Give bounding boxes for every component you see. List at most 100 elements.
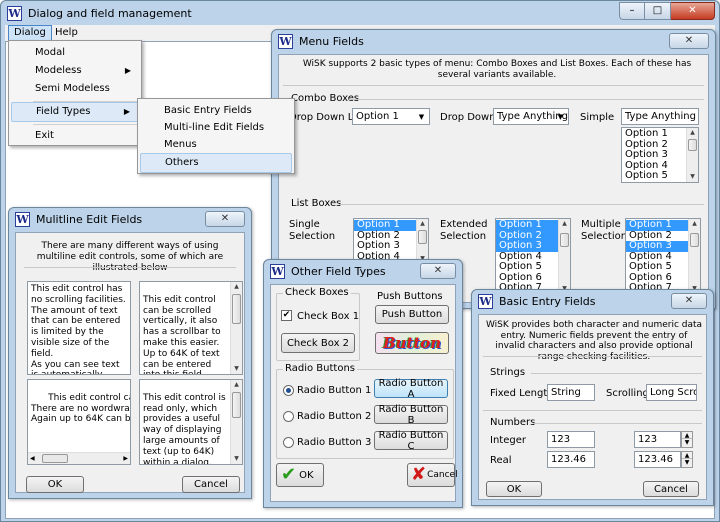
radio-button-a[interactable]: Radio Button A <box>374 378 448 400</box>
push-button[interactable]: Push Button <box>375 305 449 324</box>
spin-up-icon[interactable]: ▲ <box>682 432 692 439</box>
multiline-close-button[interactable]: ✕ <box>205 211 245 227</box>
integer-spinner[interactable]: ▲ ▼ <box>681 431 693 448</box>
vertical-scrollbar[interactable]: ▲▼ <box>230 380 242 464</box>
basic-close-button[interactable]: ✕ <box>671 293 707 309</box>
extended-selection-label: Extended Selection <box>440 219 488 242</box>
menu-fields-titlebar: W Menu Fields <box>272 30 715 52</box>
multiline-box-vscroll[interactable]: This edit control can be scrolled vertic… <box>139 281 243 375</box>
maximize-button[interactable]: □ <box>645 2 671 20</box>
menubar-item-dialog[interactable]: Dialog <box>8 25 52 41</box>
menu-item-field-types[interactable]: Field Types ▶ <box>11 102 139 122</box>
basic-client: WiSK provides both character and numeric… <box>478 314 707 500</box>
menu-item-modeless[interactable]: Modeless ▶ <box>11 61 139 81</box>
menu-item-exit[interactable]: Exit <box>11 126 139 146</box>
drop-down-combo[interactable]: Type Anything ▼ <box>493 108 569 125</box>
scroll-thumb[interactable] <box>690 233 699 247</box>
menubar-item-help[interactable]: Help <box>51 25 82 41</box>
menu-fields-close-button[interactable]: ✕ <box>669 33 709 49</box>
single-selection-list[interactable]: Option 1 Option 2 Option 3 Option 4 ▲▼ <box>353 218 429 265</box>
simple-combo-value: Type Anything <box>625 111 696 122</box>
multiline-box-no-wrap[interactable]: This edit control can be There are no wo… <box>27 379 131 465</box>
radio-button-c[interactable]: Radio Button C <box>374 430 448 452</box>
drop-down-list-combo[interactable]: Option 1 ▼ <box>352 108 430 125</box>
multiple-selection-list[interactable]: Option 1 Option 2 Option 3 Option 4 Opti… <box>625 218 701 295</box>
spin-down-icon[interactable]: ▼ <box>682 439 692 447</box>
multiline-ok-button[interactable]: OK <box>26 476 84 493</box>
scroll-up-icon[interactable]: ▲ <box>687 128 698 138</box>
push-buttons-label: Push Buttons <box>377 291 443 302</box>
multiline-box-no-scroll[interactable]: This edit control has no scrolling facil… <box>27 281 131 375</box>
basic-cancel-button[interactable]: Cancel <box>643 481 699 497</box>
field-types-submenu: Basic Entry Fields Multi-line Edit Field… <box>137 98 295 174</box>
multiline-cancel-button[interactable]: Cancel <box>182 476 240 493</box>
scrolling-input[interactable]: Long Scroll <box>646 384 697 401</box>
submenu-item-menus[interactable]: Menus <box>140 135 292 155</box>
checkmark-icon: ✔ <box>281 464 297 485</box>
scroll-down-icon[interactable]: ▼ <box>231 454 242 464</box>
scroll-down-icon[interactable]: ▼ <box>231 364 242 374</box>
scroll-up-icon[interactable]: ▲ <box>689 219 700 229</box>
radio-button-1[interactable] <box>283 385 294 396</box>
integer-spin-input[interactable]: 123 <box>634 431 681 448</box>
other-cancel-button[interactable]: ✘ Cancel <box>407 463 458 487</box>
multiline-client: There are many different ways of using m… <box>15 232 245 493</box>
fixed-length-input[interactable]: String <box>547 384 595 401</box>
menu-item-semi-modeless[interactable]: Semi Modeless <box>11 79 139 99</box>
main-titlebar: W Dialog and field management <box>1 1 719 25</box>
close-button[interactable]: ✕ <box>671 2 715 20</box>
extended-selection-list[interactable]: Option 1 Option 2 Option 3 Option 4 Opti… <box>495 218 571 295</box>
multiline-title: Mulitline Edit Fields <box>36 212 143 226</box>
simple-combo-list[interactable]: Option 1 Option 2 Option 3 Option 4 Opti… <box>621 127 699 183</box>
wisk-logo-icon: W <box>7 5 22 21</box>
minimize-button[interactable]: – <box>619 2 645 20</box>
strings-divider <box>531 373 702 374</box>
vertical-scrollbar[interactable]: ▲▼ <box>686 128 698 182</box>
check-box-2-button[interactable]: Check Box 2 <box>281 333 355 353</box>
scroll-right-icon[interactable]: ▶ <box>123 454 128 464</box>
horizontal-scrollbar[interactable]: ◀ ▶ <box>28 452 130 464</box>
scroll-left-icon[interactable]: ◀ <box>30 454 35 464</box>
scroll-thumb[interactable] <box>232 294 241 324</box>
submenu-item-others[interactable]: Others <box>140 153 292 173</box>
simple-combo-input[interactable]: Type Anything <box>621 108 699 125</box>
spin-up-icon[interactable]: ▲ <box>682 452 692 459</box>
radio-button-3[interactable] <box>283 437 294 448</box>
scroll-up-icon[interactable]: ▲ <box>231 380 242 390</box>
scroll-up-icon[interactable]: ▲ <box>417 219 428 229</box>
vertical-scrollbar[interactable]: ▲▼ <box>688 219 700 294</box>
basic-ok-button[interactable]: OK <box>486 481 542 497</box>
vertical-scrollbar[interactable]: ▲▼ <box>558 219 570 294</box>
other-client: Check Boxes ✔ Check Box 1 Check Box 2 Pu… <box>270 284 458 502</box>
menu-item-modal[interactable]: Modal <box>11 43 139 63</box>
radio-button-3-label: Radio Button 3 <box>297 437 372 448</box>
scroll-thumb[interactable] <box>560 233 569 247</box>
spin-down-icon[interactable]: ▼ <box>682 459 692 467</box>
radio-button-b[interactable]: Radio Button B <box>374 404 448 426</box>
other-close-button[interactable]: ✕ <box>420 263 456 279</box>
scroll-down-icon[interactable]: ▼ <box>687 172 698 182</box>
real-spin-input[interactable]: 123.46 <box>634 451 681 468</box>
scroll-up-icon[interactable]: ▲ <box>559 219 570 229</box>
vertical-scrollbar[interactable]: ▲▼ <box>230 282 242 374</box>
vertical-scrollbar[interactable]: ▲▼ <box>416 219 428 264</box>
section-divider <box>483 410 702 411</box>
real-spinner[interactable]: ▲ ▼ <box>681 451 693 468</box>
bitmap-button[interactable]: Button <box>375 332 449 354</box>
menu-item-label: Modeless <box>35 65 82 76</box>
scroll-thumb[interactable] <box>42 454 68 463</box>
multiline-box-read-only-text: This edit control is read only, which pr… <box>143 392 226 465</box>
check-box-1[interactable]: ✔ <box>281 310 292 321</box>
scroll-thumb[interactable] <box>688 139 697 151</box>
menu-fields-intro: WiSK supports 2 basic types of menu: Com… <box>302 59 692 80</box>
scroll-thumb[interactable] <box>418 230 427 244</box>
integer-input[interactable]: 123 <box>547 431 595 448</box>
scroll-up-icon[interactable]: ▲ <box>231 282 242 292</box>
wisk-logo-icon: W <box>15 211 30 227</box>
real-input[interactable]: 123.46 <box>547 451 595 468</box>
scroll-thumb[interactable] <box>232 392 241 418</box>
multiline-box-read-only[interactable]: This edit control is read only, which pr… <box>139 379 243 465</box>
radio-button-2[interactable] <box>283 411 294 422</box>
other-ok-button[interactable]: ✔ OK <box>276 463 324 487</box>
intro-divider <box>24 267 236 268</box>
